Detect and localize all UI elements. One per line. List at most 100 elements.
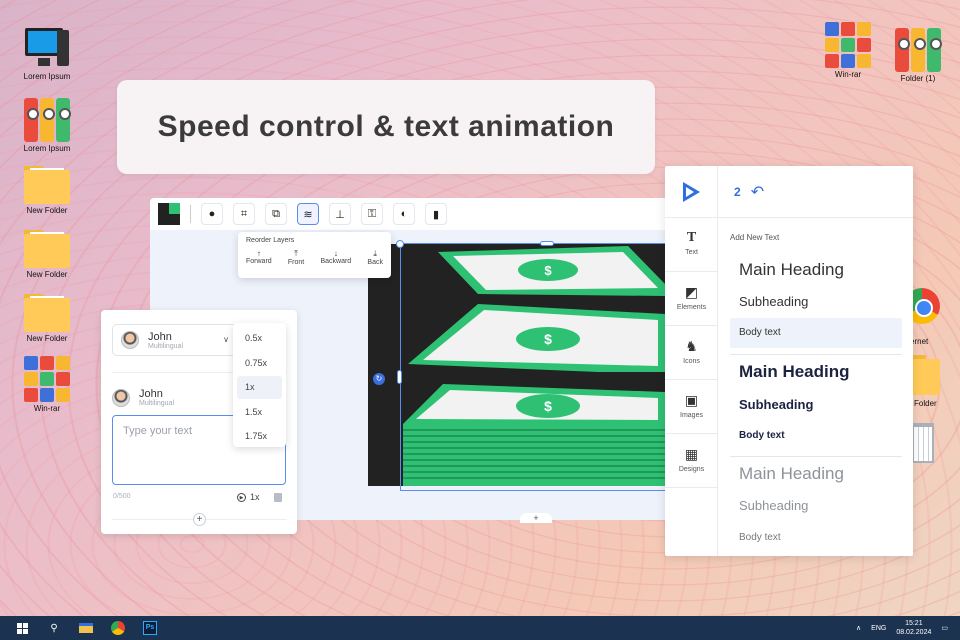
desktop-icon-folder-3[interactable]: New Folder bbox=[15, 292, 79, 343]
tab-label: Icons bbox=[683, 358, 700, 365]
reorder-forward-button[interactable]: ↑ Forward bbox=[246, 249, 272, 266]
language-indicator[interactable]: ENG bbox=[871, 625, 886, 632]
desktop-icon-folder-1[interactable]: New Folder bbox=[15, 164, 79, 215]
photoshop-icon[interactable]: Ps bbox=[140, 620, 160, 636]
desktop-icon-folder-binders[interactable]: Folder (1) bbox=[886, 26, 950, 83]
desktop-icon-label: New Folder bbox=[26, 334, 68, 343]
svg-text:$: $ bbox=[544, 398, 552, 414]
svg-text:$: $ bbox=[544, 263, 552, 278]
arrow-up-icon: ↑ bbox=[256, 249, 261, 258]
add-layer-tab[interactable]: + bbox=[520, 513, 552, 523]
tab-label: Images bbox=[680, 412, 703, 419]
clock-date: 08.02.2024 bbox=[896, 629, 932, 636]
clock[interactable]: 15:21 08.02.2024 bbox=[896, 619, 931, 637]
tab-icons[interactable]: ♞ Icons bbox=[665, 326, 718, 380]
reorder-front-button[interactable]: ⤒ Front bbox=[288, 249, 304, 266]
speed-control[interactable]: ▶ 1x bbox=[237, 492, 282, 502]
voice-name: John bbox=[148, 330, 172, 343]
regular-main-heading[interactable]: Main Heading bbox=[730, 260, 902, 280]
regular-subheading[interactable]: Subheading bbox=[730, 294, 902, 309]
tab-text[interactable]: T Text bbox=[665, 218, 718, 272]
desktop-icon-winrar-right[interactable]: Win-rar bbox=[816, 22, 880, 79]
layers-icon[interactable]: ≋ bbox=[297, 203, 319, 225]
chevron-up-icon[interactable]: ∧ bbox=[856, 624, 861, 632]
duplicate-icon[interactable]: ⧉ bbox=[265, 203, 287, 225]
reorder-back-button[interactable]: ⤓ Back bbox=[367, 249, 383, 266]
history-counter: 2 bbox=[734, 184, 741, 199]
resize-handle-left[interactable] bbox=[397, 370, 402, 384]
reorder-layers-popover: Reorder Layers ↑ Forward ⤒ Front ↓ Backw… bbox=[238, 232, 391, 278]
binders-icon bbox=[24, 96, 71, 142]
avatar bbox=[121, 331, 139, 349]
speed-option-1-5x[interactable]: 1.5x bbox=[237, 401, 282, 424]
desktop-icon-binders[interactable]: Lorem Ipsum bbox=[15, 96, 79, 153]
arrow-down-icon: ↓ bbox=[333, 249, 338, 258]
desktop-icon-winrar-left[interactable]: Win-rar bbox=[15, 356, 79, 413]
light-body-text[interactable]: Body text bbox=[730, 532, 902, 543]
play-icon[interactable]: ▶ bbox=[237, 492, 246, 502]
speed-option-1-75x[interactable]: 1.75x bbox=[237, 425, 282, 448]
crop-icon[interactable]: ⌗ bbox=[233, 203, 255, 225]
avatar bbox=[112, 388, 130, 407]
row-voice-name: John bbox=[139, 388, 163, 400]
light-main-heading[interactable]: Main Heading bbox=[730, 464, 902, 484]
speed-option-1x[interactable]: 1x bbox=[237, 376, 282, 399]
arrow-to-bottom-icon: ⤓ bbox=[373, 249, 377, 258]
desktop-icon-folder-2[interactable]: New Folder bbox=[15, 228, 79, 279]
voice-select[interactable]: John Multilingual ∨ bbox=[112, 324, 238, 356]
speed-option-0-75x[interactable]: 0.75x bbox=[237, 352, 282, 375]
panel-header: 2 ↶ bbox=[718, 166, 913, 218]
clock-time: 15:21 bbox=[905, 620, 923, 627]
add-voice-button[interactable]: + bbox=[193, 513, 206, 526]
tab-images[interactable]: ▣ Images bbox=[665, 380, 718, 434]
desktop-icon-computer[interactable]: Lorem Ipsum bbox=[15, 26, 79, 81]
bold-main-heading[interactable]: Main Heading bbox=[730, 362, 902, 382]
rotate-icon[interactable]: ↻ bbox=[373, 373, 385, 385]
trash-icon[interactable] bbox=[273, 492, 282, 502]
panel-sidebar: T Text ◩ Elements ♞ Icons ▣ Images ▦ Des… bbox=[665, 166, 718, 556]
bold-subheading[interactable]: Subheading bbox=[730, 397, 902, 412]
desktop-icon-label: New Folder bbox=[26, 206, 68, 215]
money-stack-image[interactable]: $ $ $ bbox=[368, 244, 665, 486]
undo-icon[interactable]: ↶ bbox=[751, 182, 764, 202]
shape-icon[interactable]: ● bbox=[201, 203, 223, 225]
light-subheading[interactable]: Subheading bbox=[730, 498, 902, 513]
reorder-item-label: Backward bbox=[320, 258, 352, 265]
svg-text:$: $ bbox=[544, 331, 552, 347]
speed-dropdown-menu: 0.5x 0.75x 1x 1.5x 1.75x bbox=[233, 323, 286, 447]
tab-label: Elements bbox=[676, 304, 707, 311]
folder-icon bbox=[24, 164, 70, 204]
notification-icon[interactable]: ▭ bbox=[941, 624, 948, 632]
binders-icon bbox=[895, 26, 942, 72]
bold-body-text[interactable]: Body text bbox=[730, 430, 902, 441]
resize-handle-top[interactable] bbox=[540, 241, 554, 246]
tab-label: Designs bbox=[678, 466, 705, 473]
chrome-taskbar-icon[interactable] bbox=[108, 620, 128, 636]
lock-icon[interactable]: ⚿ bbox=[361, 203, 383, 225]
partial-folder-icon[interactable] bbox=[912, 355, 940, 395]
search-icon[interactable]: ⚲ bbox=[44, 620, 64, 636]
file-explorer-icon[interactable] bbox=[76, 620, 96, 636]
reorder-item-label: Forward bbox=[246, 258, 272, 265]
tab-elements[interactable]: ◩ Elements bbox=[665, 272, 718, 326]
align-icon[interactable]: ⊥ bbox=[329, 203, 351, 225]
speed-value[interactable]: 1x bbox=[250, 492, 260, 502]
title-text: Speed control & text animation bbox=[157, 110, 615, 143]
row-voice-language: Multilingual bbox=[139, 400, 175, 407]
reorder-layers-title: Reorder Layers bbox=[246, 237, 295, 244]
resize-handle-corner[interactable] bbox=[396, 240, 404, 248]
add-new-text-label: Add New Text bbox=[730, 233, 780, 242]
start-button[interactable] bbox=[12, 620, 32, 636]
tab-label: Text bbox=[685, 249, 698, 256]
designs-icon: ▦ bbox=[684, 446, 699, 462]
color-icon[interactable]: ◐ bbox=[393, 203, 415, 225]
regular-body-text[interactable]: Body text bbox=[730, 318, 902, 348]
recycle-bin-icon[interactable] bbox=[912, 423, 934, 463]
editor-toolbar: ● ⌗ ⧉ ≋ ⊥ ⚿ ◐ ▮ bbox=[150, 198, 670, 230]
elements-icon: ◩ bbox=[684, 284, 699, 300]
winrar-icon bbox=[825, 22, 871, 68]
speed-option-0-5x[interactable]: 0.5x bbox=[237, 327, 282, 350]
reorder-backward-button[interactable]: ↓ Backward bbox=[320, 249, 351, 266]
delete-icon[interactable]: ▮ bbox=[425, 203, 447, 225]
tab-designs[interactable]: ▦ Designs bbox=[665, 434, 718, 488]
